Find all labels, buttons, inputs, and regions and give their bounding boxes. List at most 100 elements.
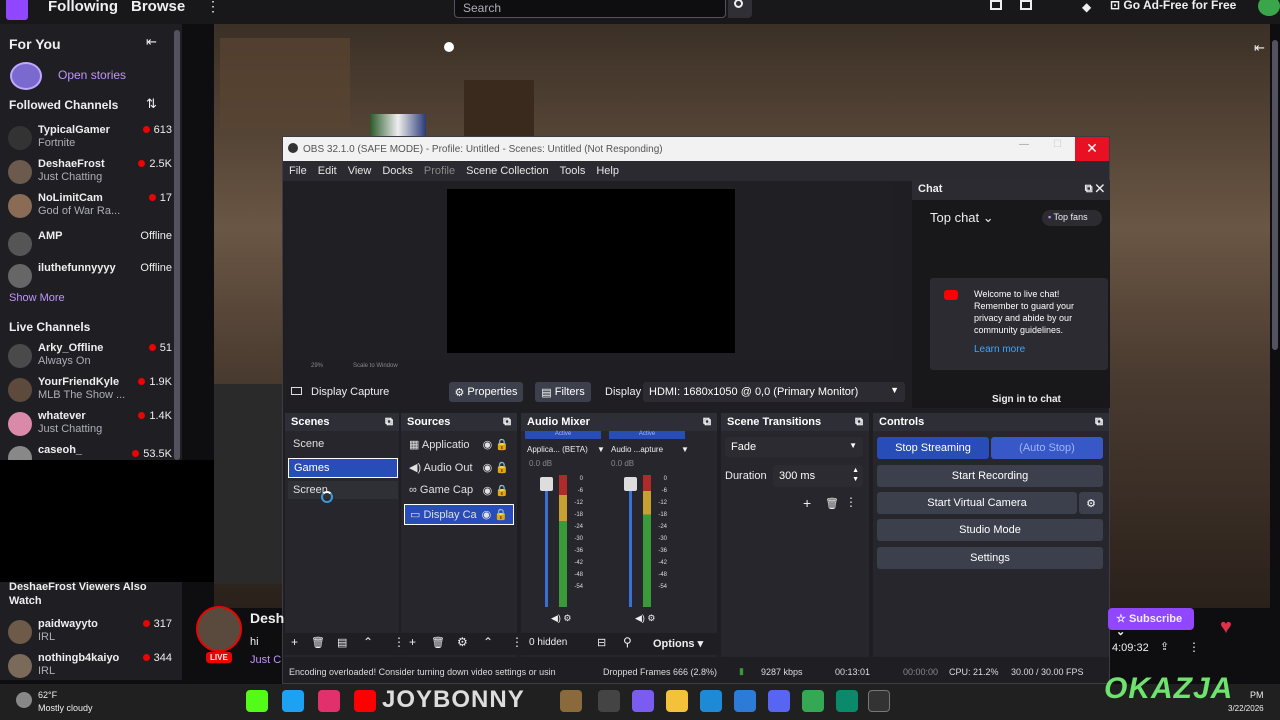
source-item[interactable]: ◀) Audio Out ◉ 🔒 <box>404 458 514 477</box>
channel-item[interactable]: NoLimitCam God of War Ra... 17 <box>8 192 174 222</box>
source-properties-icon[interactable]: ⚙ <box>457 635 468 649</box>
stepper-icon[interactable]: ▲ ▼ <box>852 466 859 484</box>
channel-item[interactable]: iluthefunnyyyy Offline <box>8 262 174 292</box>
scene-item[interactable]: Scene <box>288 435 329 453</box>
subscribe-button[interactable]: ☆ Subscribe ⌄ <box>1108 608 1194 638</box>
edge-icon[interactable] <box>700 690 722 712</box>
dock-menu-icon[interactable]: ⧉ <box>385 416 393 429</box>
add-source-icon[interactable]: + <box>409 635 416 649</box>
menu-edit[interactable]: Edit <box>318 165 337 177</box>
source-item[interactable]: ∞ Game Cap ◉ 🔒 <box>404 481 514 500</box>
menu-file[interactable]: File <box>289 165 307 177</box>
app-icon[interactable] <box>632 690 654 712</box>
twitter-icon[interactable] <box>282 690 304 712</box>
fader-handle-1[interactable] <box>540 477 553 491</box>
move-up-icon[interactable]: ⌃ <box>483 635 493 649</box>
app-icon[interactable] <box>560 690 582 712</box>
source-item[interactable]: ▦ Applicatio ◉ 🔒 <box>404 435 514 454</box>
filters-button[interactable]: ▤ Filters <box>535 382 591 402</box>
close-icon[interactable]: ⧉ ✕ <box>1085 183 1104 196</box>
preview-canvas[interactable] <box>447 189 735 353</box>
remove-source-icon[interactable]: 🗑 <box>431 636 445 649</box>
instagram-icon[interactable] <box>318 690 340 712</box>
channel-item[interactable]: YourFriendKyle MLB The Show ... 1.9K <box>8 376 174 406</box>
channel-item[interactable]: TypicalGamer Fortnite 613 <box>8 124 174 154</box>
dock-menu-icon[interactable]: ⧉ <box>855 416 863 429</box>
eye-icon[interactable]: ◉ 🔒 <box>483 484 509 497</box>
properties-button[interactable]: ⚙ Properties <box>449 382 523 402</box>
ad-free-button[interactable]: ⊡ Go Ad-Free for Free <box>1110 0 1236 12</box>
close-icon[interactable]: ✕ <box>1075 137 1109 161</box>
start-recording-button[interactable]: Start Recording <box>877 465 1103 487</box>
nav-browse[interactable]: Browse <box>131 0 185 15</box>
learn-more-link[interactable]: Learn more <box>974 344 1025 355</box>
more-icon[interactable]: ⋮ <box>1188 640 1200 654</box>
more-icon[interactable]: ⋮ <box>393 635 405 649</box>
menu-profile[interactable]: Profile <box>424 165 455 177</box>
dock-menu-icon[interactable]: ⧉ <box>503 416 511 429</box>
stream-category[interactable]: Just C <box>250 654 281 666</box>
auto-stop-button[interactable]: (Auto Stop) <box>991 437 1103 459</box>
eye-icon[interactable]: ◉ 🔒 <box>482 508 508 521</box>
more-icon[interactable]: ⋮ <box>845 495 857 509</box>
heart-follow-icon[interactable]: ♥ <box>1220 616 1232 639</box>
start-virtual-camera-button[interactable]: Start Virtual Camera <box>877 492 1077 514</box>
stop-streaming-button[interactable]: Stop Streaming <box>877 437 989 459</box>
remove-scene-icon[interactable]: 🗑 <box>311 636 325 649</box>
theatre-mode-icon[interactable]: ⇤ <box>1254 40 1265 56</box>
trash-icon[interactable]: 🗑 <box>825 497 839 510</box>
chrome-icon[interactable] <box>802 690 824 712</box>
video-scrollbar[interactable] <box>1272 40 1278 350</box>
channel-2-menu-icon[interactable]: ▼ <box>681 445 689 454</box>
nav-following[interactable]: Following <box>48 0 118 15</box>
channel-item[interactable]: whatever Just Chatting 1.4K <box>8 410 174 440</box>
source-item-selected[interactable]: ▭ Display Ca ◉ 🔒 <box>404 504 514 525</box>
scene-item[interactable]: Screen <box>288 481 398 499</box>
search-input[interactable]: Search <box>454 0 726 18</box>
more-icon[interactable]: ⋮ <box>206 0 220 15</box>
duration-input[interactable]: 300 ms ▲ ▼ <box>773 465 863 487</box>
channel-item[interactable]: Arky_Offline Always On 51 <box>8 342 174 372</box>
streamer-name[interactable]: Desh <box>250 610 284 626</box>
twitch-logo-icon[interactable] <box>6 0 28 20</box>
more-icon[interactable]: ⋮ <box>511 635 523 649</box>
menu-view[interactable]: View <box>348 165 372 177</box>
sort-icon[interactable]: ⇅ <box>146 96 157 112</box>
transition-select[interactable]: Fade ▼ <box>725 437 863 457</box>
app-icon[interactable] <box>836 690 858 712</box>
mixer-layout-icon[interactable]: ⊟ <box>597 636 606 649</box>
channel-item[interactable]: DeshaeFrost Just Chatting 2.5K <box>8 158 174 188</box>
channel-1-menu-icon[interactable]: ▼ <box>597 445 605 454</box>
streamer-avatar[interactable] <box>196 606 242 652</box>
zoom-level[interactable]: 29% <box>311 363 323 369</box>
notifications-icon[interactable] <box>990 0 1002 10</box>
top-fans-button[interactable]: ▪ Top fans <box>1042 210 1102 226</box>
eye-icon[interactable]: ◉ 🔒 <box>483 438 509 451</box>
open-stories-link[interactable]: Open stories <box>58 68 126 82</box>
studio-mode-button[interactable]: Studio Mode <box>877 519 1103 541</box>
move-up-icon[interactable]: ⌃ <box>363 635 373 649</box>
discord-icon[interactable] <box>768 690 790 712</box>
menu-help[interactable]: Help <box>596 165 619 177</box>
fader-handle-2[interactable] <box>624 477 637 491</box>
mixer-link-icon[interactable]: ⚲ <box>623 635 632 649</box>
search-icon[interactable] <box>728 0 752 18</box>
store-icon[interactable] <box>734 690 756 712</box>
volume-fader-2[interactable] <box>629 477 632 607</box>
scene-item-selected[interactable]: Games <box>288 458 398 478</box>
mixer-options-button[interactable]: Options ▾ <box>653 637 703 650</box>
dock-menu-icon[interactable]: ⧉ <box>1095 416 1103 429</box>
eye-icon[interactable]: ◉ 🔒 <box>483 461 509 474</box>
mute-icon[interactable]: ◀) ⚙ <box>551 613 572 624</box>
menu-docks[interactable]: Docks <box>382 165 413 177</box>
sidebar-scrollbar[interactable] <box>174 30 180 460</box>
stories-avatar[interactable] <box>10 62 42 90</box>
sign-in-chat-button[interactable]: Sign in to chat <box>992 394 1061 405</box>
share-icon[interactable]: ⇪ <box>1160 640 1169 653</box>
folder-icon[interactable] <box>666 690 688 712</box>
channel-item[interactable]: paidwayyto IRL 317 <box>8 618 174 648</box>
prime-icon[interactable]: ◆ <box>1082 0 1091 14</box>
menu-scene-collection[interactable]: Scene Collection <box>466 165 549 177</box>
menu-tools[interactable]: Tools <box>560 165 586 177</box>
show-more-link[interactable]: Show More <box>9 292 65 304</box>
